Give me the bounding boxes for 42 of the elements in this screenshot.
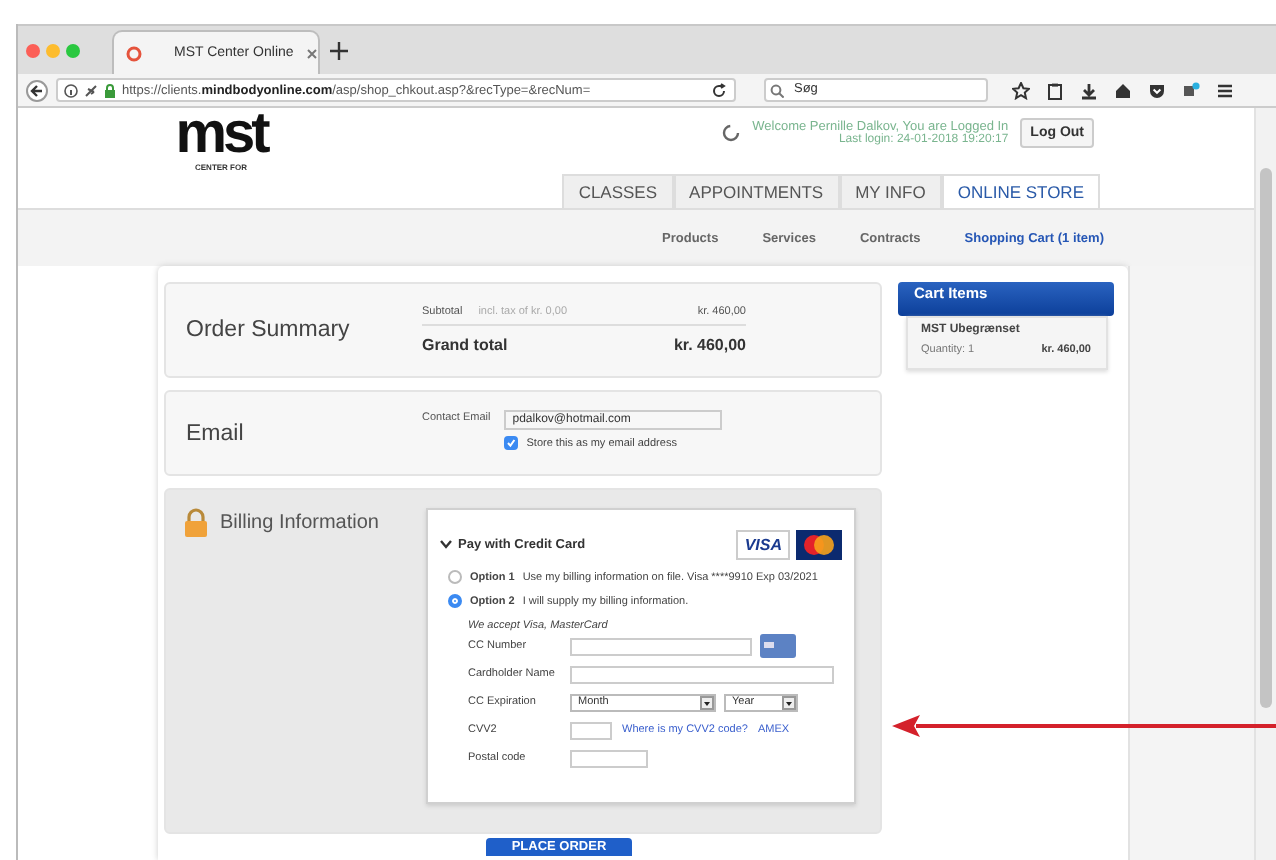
- checkbox[interactable]: [504, 436, 519, 450]
- menu-icon[interactable]: [1216, 81, 1234, 99]
- radio-button[interactable]: [448, 594, 462, 608]
- caret-icon: [782, 695, 796, 709]
- info-icon: [64, 83, 78, 97]
- airplane-icon: [84, 83, 98, 97]
- home-icon[interactable]: [1114, 81, 1132, 99]
- grand-total-label: Grand total: [422, 336, 510, 354]
- input-field[interactable]: [570, 721, 612, 739]
- caret-icon: [700, 695, 714, 709]
- credit-card-icon: [760, 634, 796, 658]
- nav-tab[interactable]: ONLINE STORE: [941, 174, 1100, 208]
- spinner-icon: [722, 124, 741, 142]
- section-title: Billing Information: [220, 512, 379, 534]
- lock-icon: [104, 83, 116, 97]
- nav-tab[interactable]: CLASSES: [562, 174, 674, 208]
- scroll-thumb[interactable]: [1260, 168, 1272, 708]
- input-field[interactable]: [570, 637, 752, 655]
- close-icon[interactable]: [305, 47, 318, 59]
- logo: mst: [175, 112, 267, 156]
- card-logo: VISA: [736, 529, 790, 559]
- pocket-icon[interactable]: [1148, 81, 1166, 99]
- nav-tab[interactable]: MY INFO: [839, 174, 942, 208]
- favicon-icon: [126, 45, 142, 61]
- back-icon[interactable]: [26, 79, 48, 101]
- input-field[interactable]: [570, 749, 648, 767]
- card-logo-icon: [796, 529, 842, 559]
- chevron-icon[interactable]: [440, 538, 452, 550]
- star-icon[interactable]: [1012, 81, 1030, 99]
- search-icon: [770, 83, 784, 97]
- reload-icon[interactable]: [710, 81, 728, 99]
- input-field[interactable]: [570, 665, 834, 683]
- radio-button[interactable]: [448, 570, 462, 584]
- scrollbar[interactable]: [1254, 108, 1276, 860]
- grand-total-value: kr. 460,00: [673, 336, 746, 354]
- download-icon[interactable]: [1080, 81, 1098, 99]
- plus-icon[interactable]: [330, 41, 348, 59]
- section-title: Order Summary: [184, 318, 352, 342]
- section-title: Email: [184, 421, 246, 445]
- clipboard-icon[interactable]: [1046, 81, 1064, 99]
- nav-tab[interactable]: APPOINTMENTS: [673, 174, 840, 208]
- padlock-icon: [184, 508, 208, 538]
